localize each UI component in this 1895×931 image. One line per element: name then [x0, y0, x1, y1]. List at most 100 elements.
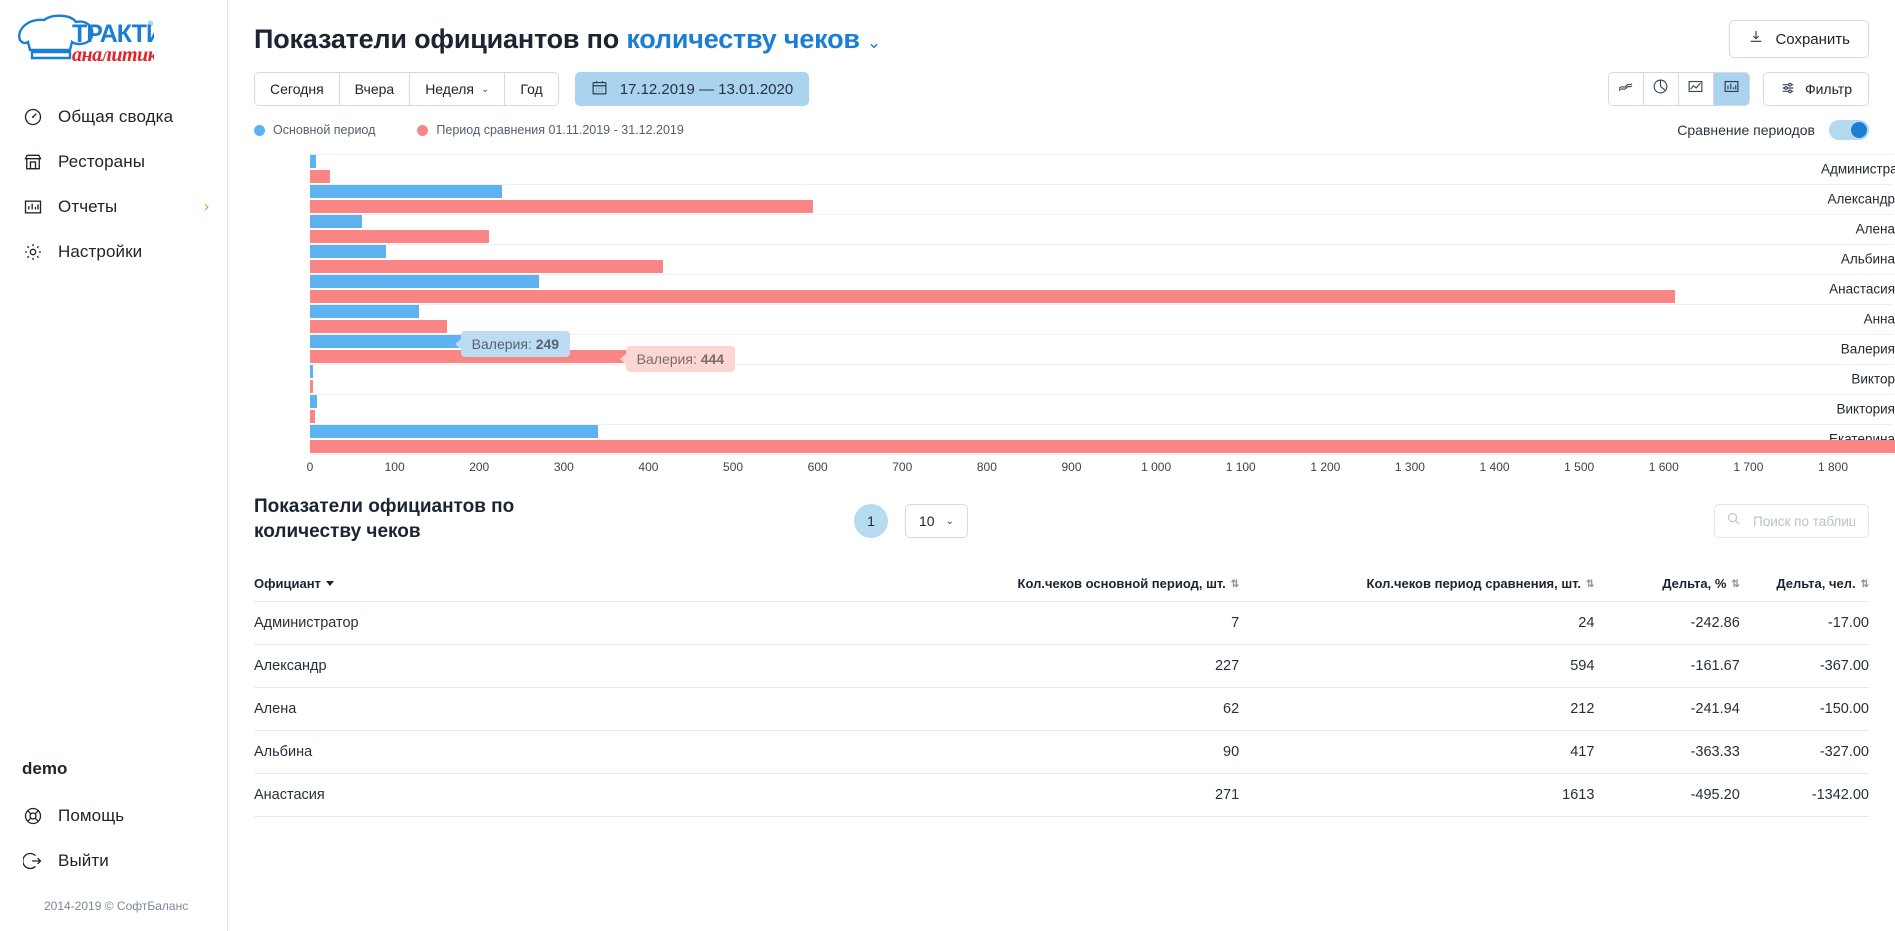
page-button-1[interactable]: 1	[854, 504, 888, 538]
cell-delta-cnt: -367.00	[1739, 644, 1869, 688]
period-week-button[interactable]: Неделя ⌄	[410, 73, 506, 105]
table-body: Администратор 7 24 -242.86 -17.00 Александр 22…	[254, 601, 1869, 817]
column-header-main-period[interactable]: Кол.чеков основной период, шт. ⇅	[803, 566, 1240, 602]
chart-bar-compare[interactable]	[310, 200, 813, 213]
chart-bar-primary[interactable]	[310, 155, 316, 168]
sidebar-item-pomosch[interactable]: Помощь	[0, 793, 228, 838]
chart-bar-compare[interactable]	[310, 380, 314, 393]
date-range-picker[interactable]: 17.12.2019 — 13.01.2020	[574, 72, 810, 106]
per-page-select[interactable]: 10 ⌄	[905, 504, 968, 538]
chart-category-label: Валерия	[1840, 341, 1895, 357]
chart-bar-primary[interactable]	[310, 215, 363, 228]
page-header: Показатели официантов по количеству чеко…	[228, 0, 1895, 58]
sidebar-item-nastroyki[interactable]: Настройки	[0, 229, 227, 274]
sidebar-item-otchety[interactable]: Отчеты ›	[0, 184, 227, 229]
tooltip-label: Валерия:	[471, 335, 536, 352]
period-yesterday-button[interactable]: Вчера	[339, 73, 411, 105]
chart-category-label: Администратор	[1821, 161, 1895, 177]
table-header-row: Официант Кол.чеков основной период, шт. ⇅…	[254, 566, 1869, 602]
chart-bar-compare[interactable]	[310, 320, 448, 333]
date-range-label: 17.12.2019 — 13.01.2020	[619, 80, 794, 98]
chart-bar-primary[interactable]	[310, 425, 598, 438]
table-row[interactable]: Администратор 7 24 -242.86 -17.00	[254, 601, 1869, 645]
cell-waiter-name: Альбина	[254, 730, 804, 774]
chart-x-tick-label: 1 500	[1564, 460, 1595, 474]
chart-bar-primary[interactable]	[310, 245, 387, 258]
period-segmented-control: Сегодня Вчера Неделя ⌄ Год	[254, 72, 559, 106]
save-button[interactable]: Сохранить	[1729, 20, 1869, 58]
period-year-button[interactable]: Год	[505, 73, 558, 105]
chart-gridline	[310, 214, 1893, 215]
app-logo[interactable]: ТРАКТИРЪ ® аналитика	[0, 0, 227, 80]
table-row[interactable]: Алена 62 212 -241.94 -150.00	[254, 687, 1869, 731]
bar-chart-icon	[1723, 78, 1740, 100]
table-section: Показатели официантов по количеству чеко…	[228, 484, 1895, 817]
chart-bar-primary[interactable]	[310, 395, 317, 408]
per-page-value: 10	[919, 513, 935, 529]
tooltip-value: 444	[700, 350, 725, 367]
chart-category-label: Альбина	[1840, 251, 1895, 267]
chart-type-area-button[interactable]	[1678, 73, 1714, 105]
chart-x-tick-label: 700	[892, 460, 913, 474]
sidebar-item-label: Настройки	[58, 241, 143, 261]
chart-bar-compare[interactable]	[310, 170, 331, 183]
sliders-icon	[1780, 80, 1796, 99]
chart-x-tick-label: 1 300	[1394, 460, 1425, 474]
chart-gridline	[310, 394, 1893, 395]
page-number: 1	[867, 513, 875, 529]
cell-delta-cnt: -150.00	[1739, 687, 1869, 731]
chart-tooltip: Валерия: 249	[454, 330, 571, 357]
account-name: demo	[22, 759, 68, 778]
chart-type-bar-button[interactable]	[1713, 73, 1749, 105]
period-today-button[interactable]: Сегодня	[255, 73, 340, 105]
column-label: Официант	[254, 575, 321, 591]
table-row[interactable]: Александр 227 594 -161.67 -367.00	[254, 644, 1869, 688]
sidebar-item-label: Помощь	[58, 805, 125, 825]
sidebar-item-obshaya-svodka[interactable]: Общая сводка	[0, 94, 227, 139]
sort-caret-icon	[325, 580, 334, 586]
chart-type-line-button[interactable]	[1608, 73, 1644, 105]
search-input[interactable]	[1751, 512, 1857, 530]
cell-compare-period: 417	[1239, 730, 1595, 774]
sidebar-item-restorany[interactable]: Рестораны	[0, 139, 227, 184]
table-row[interactable]: Альбина 90 417 -363.33 -327.00	[254, 730, 1869, 774]
gear-icon	[22, 241, 44, 263]
toggle-knob	[1851, 122, 1867, 138]
column-header-waiter[interactable]: Официант	[254, 566, 804, 602]
column-header-compare-period[interactable]: Кол.чеков период сравнения, шт. ⇅	[1239, 566, 1595, 602]
chart-type-pie-button[interactable]	[1643, 73, 1679, 105]
chart-bar-compare[interactable]	[310, 410, 316, 423]
sidebar: ТРАКТИРЪ ® аналитика Общая сводка	[0, 0, 228, 931]
sidebar-item-vyiti[interactable]: Выйти	[0, 838, 228, 883]
pie-chart-icon	[1652, 78, 1669, 100]
chart-gridline	[310, 364, 1893, 365]
chart-x-tick-label: 300	[553, 460, 574, 474]
chart-bar-primary[interactable]	[310, 365, 313, 378]
cell-compare-period: 1613	[1239, 773, 1595, 817]
comparison-toggle[interactable]	[1829, 120, 1869, 140]
table-row[interactable]: Анастасия 271 1613 -495.20 -1342.00	[254, 773, 1869, 817]
page-title-metric[interactable]: количеству чеков	[626, 24, 860, 54]
column-header-delta-pct[interactable]: Дельта, % ⇅	[1594, 566, 1740, 602]
chart-bar-primary[interactable]	[310, 185, 503, 198]
chart-bar-compare[interactable]	[310, 260, 663, 273]
chart-tooltip: Валерия: 444	[619, 345, 736, 372]
cell-delta-pct: -241.94	[1594, 687, 1740, 731]
legend-label-primary: Основной период	[273, 123, 376, 137]
table-head: Официант Кол.чеков основной период, шт. ⇅…	[254, 566, 1869, 602]
toolbar: Сегодня Вчера Неделя ⌄ Год 17.12.2019 — …	[228, 58, 1895, 106]
chevron-down-icon[interactable]: ⌄	[867, 33, 881, 52]
table-search[interactable]	[1714, 504, 1869, 538]
cell-delta-pct: -242.86	[1594, 601, 1740, 645]
chart-x-tick-label: 1 700	[1733, 460, 1764, 474]
chart-bar-compare[interactable]	[310, 440, 1895, 453]
filter-button[interactable]: Фильтр	[1762, 72, 1869, 106]
chart-bar-compare[interactable]	[310, 230, 490, 243]
chart-bar-primary[interactable]	[310, 305, 420, 318]
calendar-icon	[591, 79, 608, 100]
period-label: Сегодня	[270, 81, 324, 97]
column-header-delta-cnt[interactable]: Дельта, чел. ⇅	[1739, 566, 1869, 602]
chart-bar-compare[interactable]	[310, 290, 1675, 303]
sort-updown-icon: ⇅	[1731, 578, 1740, 590]
chart-bar-primary[interactable]	[310, 275, 540, 288]
